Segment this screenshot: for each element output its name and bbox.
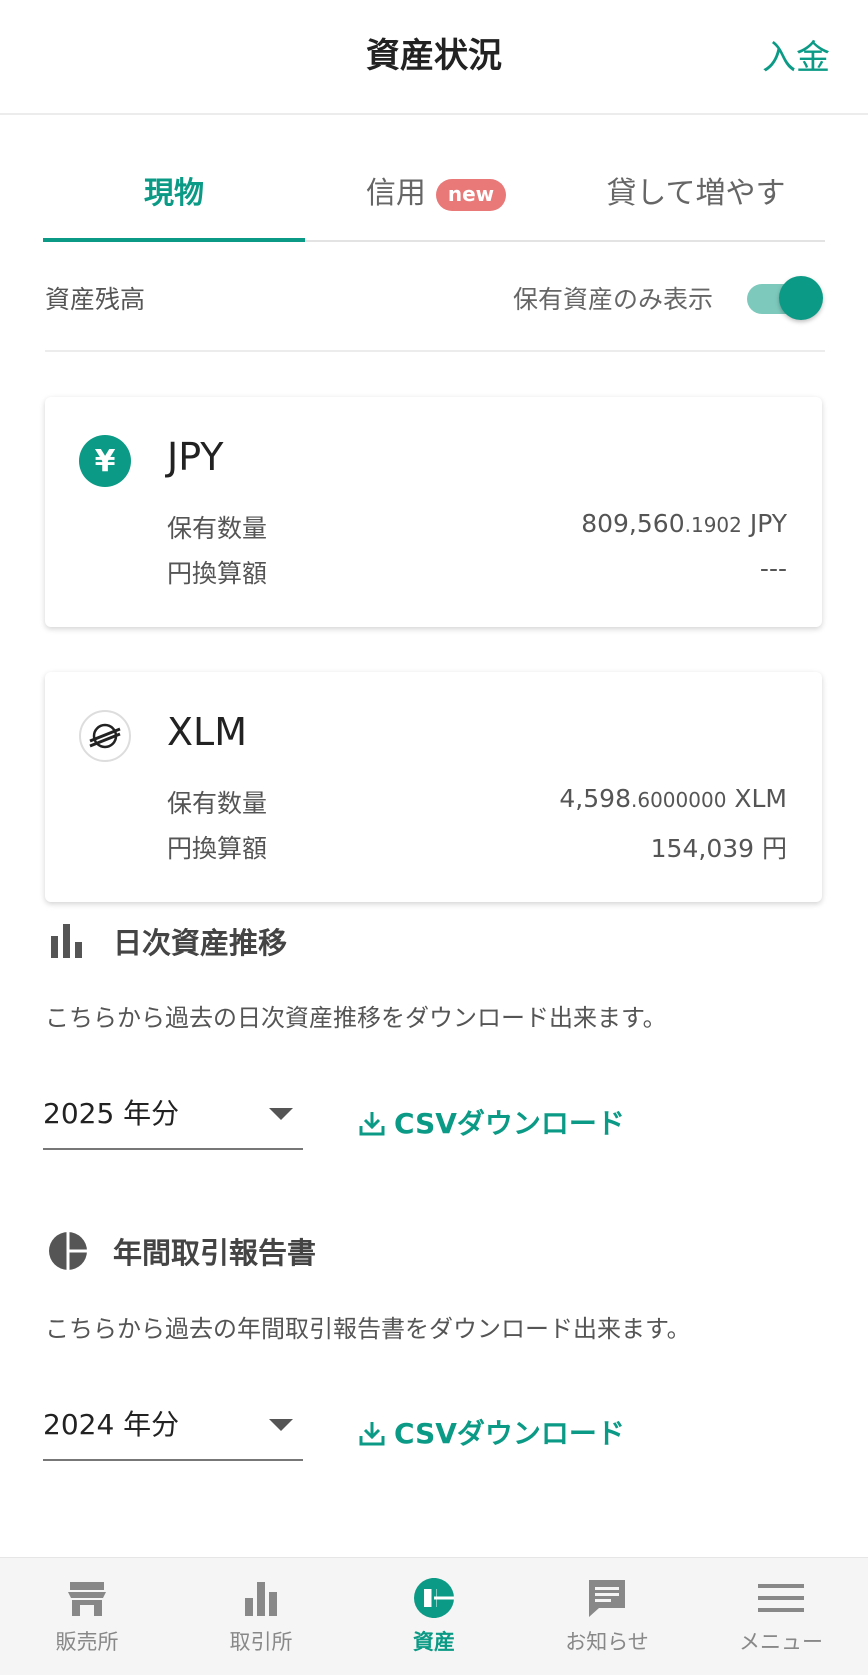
pie-chart-icon: [47, 1230, 89, 1279]
toggle-knob: [779, 276, 823, 320]
asset-name: JPY: [167, 435, 224, 479]
balance-label: 資産残高: [45, 285, 146, 314]
pie-chart-icon: [414, 1578, 454, 1618]
asset-card-xlm[interactable]: XLM 保有数量 4,598.6000000 XLM 円換算額 154,039 …: [45, 672, 822, 902]
message-icon: [589, 1580, 625, 1617]
bar-chart-icon: [47, 920, 87, 965]
nav-item-assets[interactable]: 資産: [359, 1576, 509, 1656]
annual-csv-download-button[interactable]: CSVダウンロード: [358, 1412, 625, 1452]
quantity-value: 4,598.6000000 XLM: [559, 784, 787, 813]
new-badge: new: [435, 178, 507, 211]
annual-year-select[interactable]: 2024 年分: [43, 1395, 303, 1461]
tab-spot[interactable]: 現物: [43, 168, 305, 212]
quantity-value: 809,560.1902 JPY: [581, 509, 787, 538]
bottom-navigation: 販売所 取引所 資産 お知らせ メニュー: [0, 1557, 868, 1675]
quantity-label: 保有数量: [167, 789, 268, 818]
quantity-label: 保有数量: [167, 514, 268, 543]
quantity-row: 保有数量 809,560.1902 JPY: [167, 509, 787, 545]
app-header: 資産状況 入金: [0, 0, 868, 115]
asset-name: XLM: [167, 710, 247, 754]
store-icon: [68, 1582, 106, 1616]
daily-year-value: 2025 年分: [43, 1097, 180, 1130]
nav-label: 販売所: [55, 1630, 119, 1654]
nav-item-store[interactable]: 販売所: [12, 1576, 162, 1656]
svg-text:¥: ¥: [95, 444, 116, 479]
bar-chart-icon: [245, 1582, 277, 1616]
dropdown-arrow-icon: [269, 1108, 293, 1120]
holdings-only-label: 保有資産のみ表示: [512, 285, 713, 314]
nav-label: 資産: [413, 1630, 455, 1654]
tab-indicator: [43, 238, 305, 242]
asset-card-jpy[interactable]: ¥ JPY 保有数量 809,560.1902 JPY 円換算額 ---: [45, 397, 822, 627]
download-icon: [359, 1422, 385, 1446]
nav-item-exchange[interactable]: 取引所: [186, 1576, 336, 1656]
nav-label: お知らせ: [565, 1630, 649, 1654]
daily-year-select[interactable]: 2025 年分: [43, 1084, 303, 1150]
daily-asset-description: こちらから過去の日次資産推移をダウンロード出来ます。: [45, 1004, 667, 1032]
jpy-value: 154,039 円: [650, 834, 787, 863]
nav-label: 取引所: [229, 1630, 293, 1654]
nav-label: メニュー: [739, 1630, 823, 1654]
jpy-value-row: 円換算額 154,039 円: [167, 829, 787, 865]
annual-year-value: 2024 年分: [43, 1408, 180, 1441]
deposit-button[interactable]: 入金: [762, 30, 830, 79]
daily-csv-label: CSVダウンロード: [394, 1107, 625, 1140]
daily-csv-download-button[interactable]: CSVダウンロード: [358, 1102, 625, 1142]
yen-icon: ¥: [79, 435, 131, 487]
daily-asset-title: 日次資産推移: [113, 926, 288, 960]
nav-item-menu[interactable]: メニュー: [706, 1576, 856, 1656]
menu-icon: [758, 1584, 804, 1612]
tab-lending[interactable]: 貸して増やす: [567, 168, 825, 212]
balance-row: 資産残高 保有資産のみ表示: [45, 262, 825, 352]
holdings-only-toggle[interactable]: [743, 276, 823, 320]
jpy-value: ---: [759, 554, 787, 583]
annual-report-title: 年間取引報告書: [113, 1236, 317, 1270]
annual-csv-label: CSVダウンロード: [394, 1417, 625, 1450]
jpy-value-label: 円換算額: [167, 559, 268, 588]
asset-tabs: 現物 信用 new 貸して増やす: [43, 150, 825, 242]
tab-lending-label: 貸して増やす: [606, 176, 786, 211]
jpy-value-label: 円換算額: [167, 834, 268, 863]
annual-report-description: こちらから過去の年間取引報告書をダウンロード出来ます。: [45, 1315, 691, 1343]
page-title: 資産状況: [366, 36, 502, 76]
dropdown-arrow-icon: [269, 1419, 293, 1431]
nav-item-news[interactable]: お知らせ: [532, 1576, 682, 1656]
tab-margin-label: 信用: [365, 176, 426, 211]
stellar-icon: [79, 710, 131, 762]
download-icon: [359, 1112, 385, 1136]
tab-margin[interactable]: 信用 new: [305, 168, 567, 212]
tab-spot-label: 現物: [144, 176, 204, 211]
quantity-row: 保有数量 4,598.6000000 XLM: [167, 784, 787, 820]
jpy-value-row: 円換算額 ---: [167, 554, 787, 590]
